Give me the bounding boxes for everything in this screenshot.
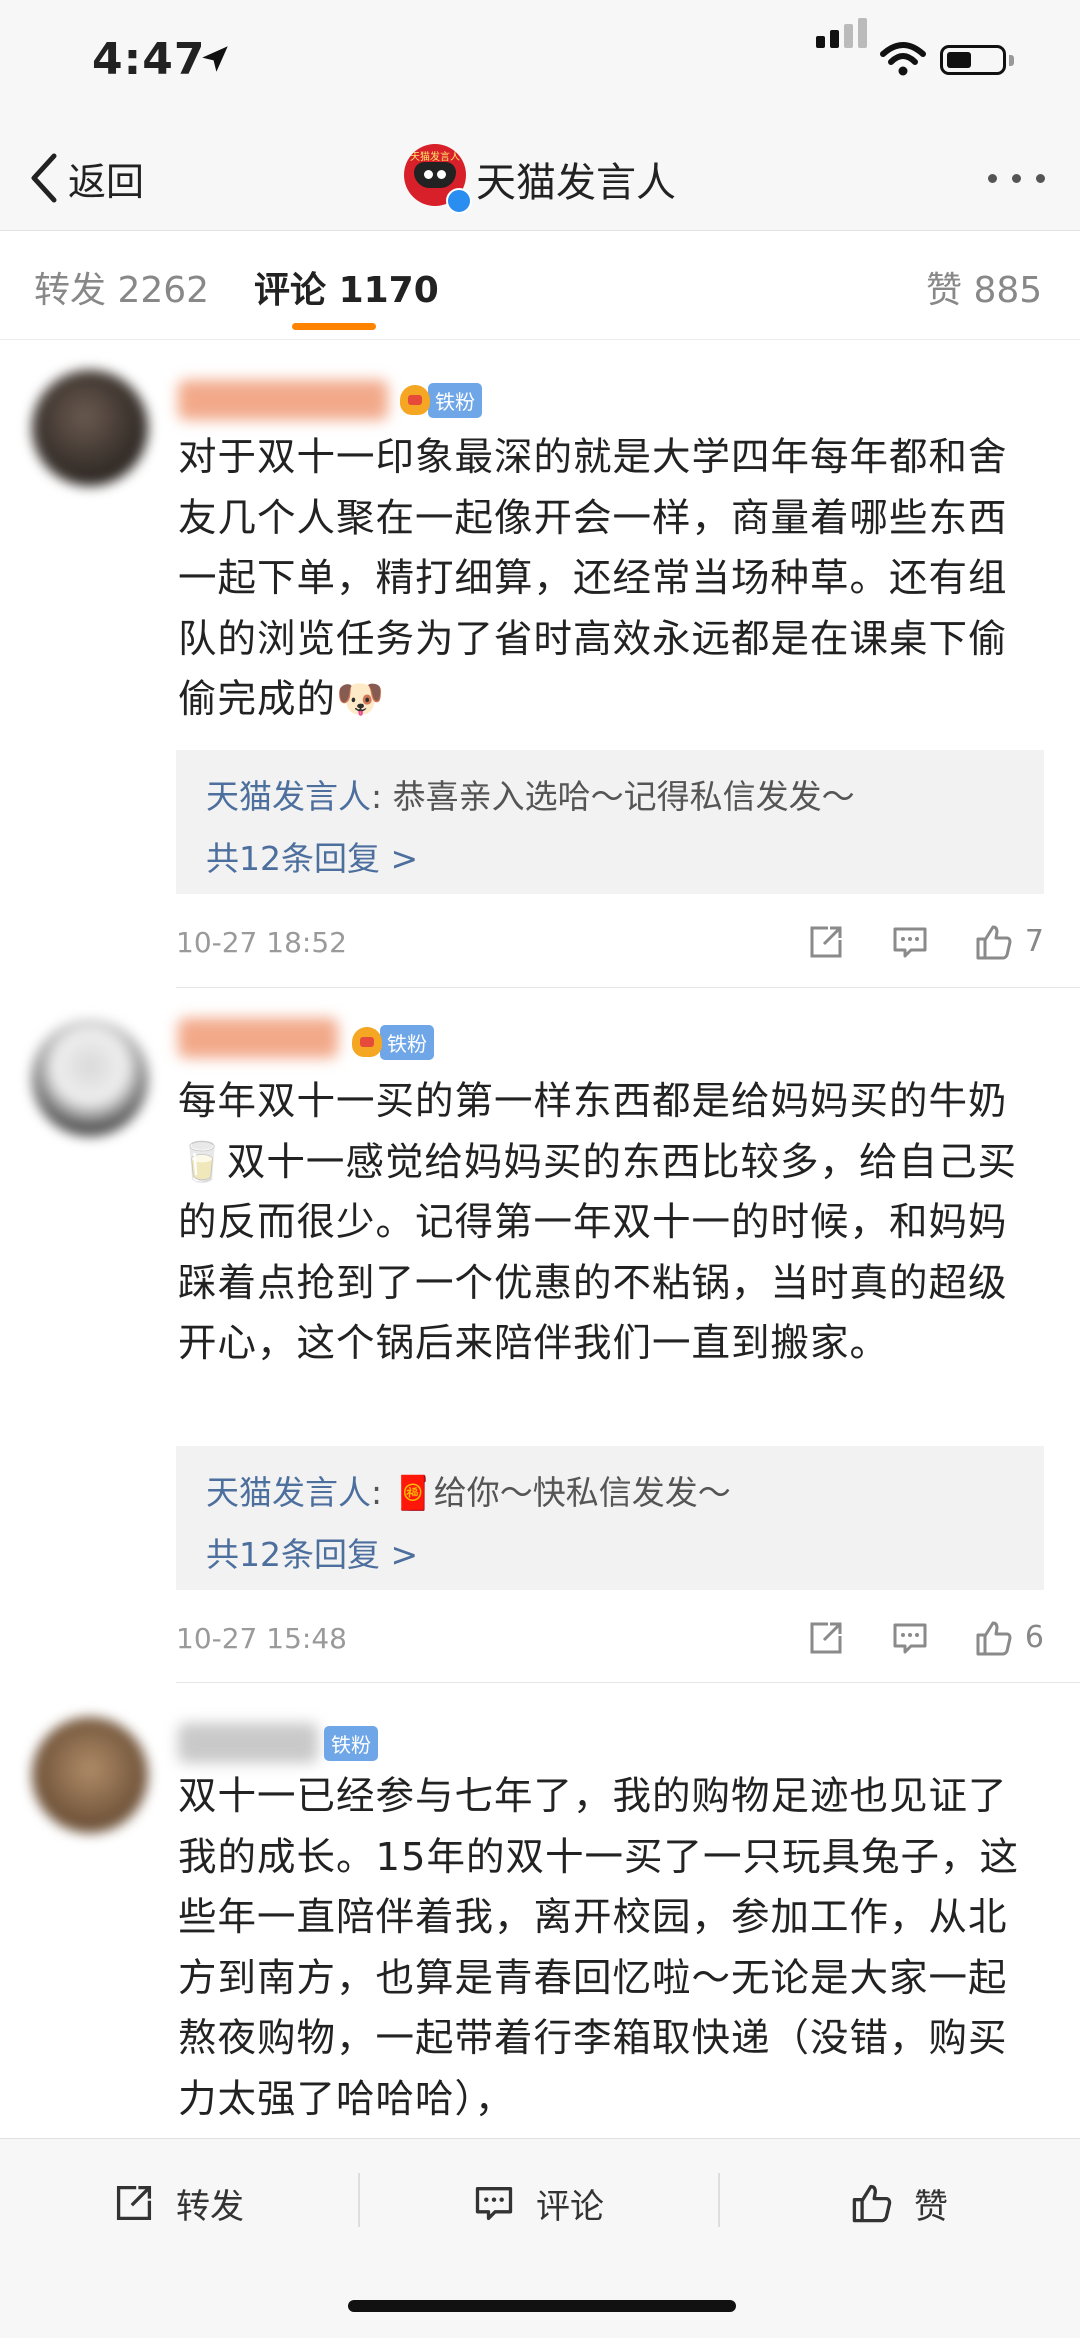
commenter-avatar[interactable] (32, 1717, 148, 1833)
like-label: 赞 (914, 2186, 948, 2227)
crown-icon (400, 385, 430, 415)
reply-preview[interactable]: 天猫发言人: 恭喜亲入选哈～记得私信发发～ 共12条回复 > (176, 750, 1044, 894)
reply-line: 天猫发言人: 🧧给你～快私信发发～ (206, 1473, 731, 1512)
like-button[interactable]: 赞 (850, 2173, 948, 2233)
thumbs-up-icon[interactable] (974, 1618, 1014, 1658)
commenter-name-blurred[interactable] (178, 1723, 318, 1763)
comment-icon (475, 2187, 513, 2221)
chevron-left-icon (31, 153, 57, 203)
status-time: 4:47 (92, 34, 206, 85)
reply-author[interactable]: 天猫发言人 (206, 1473, 371, 1512)
reply-text: 🧧给你～快私信发发～ (392, 1473, 731, 1512)
tab-comments[interactable]: 评论 1170 (254, 261, 439, 313)
comment-text: 对于双十一印象最深的就是大学四年每年都和舍友几个人聚在一起像开会一样，商量着哪些… (178, 435, 1008, 722)
verified-badge-icon (446, 188, 472, 214)
wifi-icon (880, 42, 926, 76)
comment-text: 每年双十一买的第一样东西都是给妈妈买的牛奶🥛双十一感觉给妈妈买的东西比较多，给自… (178, 1079, 1017, 1366)
like-count: 7 (1024, 924, 1044, 959)
share-icon[interactable] (806, 1618, 846, 1658)
commenter-name-blurred[interactable] (178, 1018, 338, 1058)
logo-eye-right (437, 170, 446, 179)
comment-label: 评论 (536, 2186, 604, 2227)
comment-timestamp: 10-27 18:52 (176, 926, 347, 959)
repost-button[interactable]: 转发 (112, 2173, 244, 2233)
page-title: 天猫发言人 (476, 160, 676, 206)
tab-repost-label: 转发 (34, 270, 107, 311)
fan-badge-label: 铁粉 (380, 1024, 434, 1060)
tab-likes-label: 赞 (926, 270, 963, 311)
tmall-cat-logo (414, 162, 456, 188)
share-icon[interactable] (806, 922, 846, 962)
fan-badge: 铁粉 (400, 382, 482, 418)
crown-icon (352, 1027, 382, 1057)
more-options-button[interactable] (988, 168, 1048, 188)
fan-badge: 铁粉 (324, 1725, 378, 1761)
active-tab-indicator (292, 323, 376, 330)
bottom-bar-separator (358, 2173, 360, 2227)
comment-icon[interactable] (890, 922, 930, 962)
battery-icon (940, 45, 1006, 75)
tab-likes[interactable]: 赞 885 (926, 261, 1042, 313)
status-bar: 4:47 (0, 0, 1080, 130)
comment-text: 双十一已经参与七年了，我的购物足迹也见证了我的成长。15年的双十一买了一只玩具兔… (178, 1774, 1019, 2122)
comment-button[interactable]: 评论 (472, 2173, 604, 2233)
reply-preview[interactable]: 天猫发言人: 🧧给你～快私信发发～ 共12条回复 > (176, 1446, 1044, 1590)
reply-line: 天猫发言人: 恭喜亲入选哈～记得私信发发～ (206, 777, 855, 816)
tab-repost[interactable]: 转发 2262 (34, 261, 209, 313)
repost-label: 转发 (176, 2186, 244, 2227)
share-icon (116, 2185, 152, 2221)
comment-meta: 10-27 15:48 6 (176, 1614, 1044, 1664)
back-button[interactable]: 返回 (26, 148, 144, 208)
commenter-avatar[interactable] (32, 1020, 148, 1136)
comment-item: 铁粉 双十一已经参与七年了，我的购物足迹也见证了我的成长。15年的双十一买了一只… (0, 1683, 1080, 2138)
like-count: 6 (1024, 1620, 1044, 1655)
comment-meta: 10-27 18:52 7 (176, 918, 1044, 968)
commenter-name-blurred[interactable] (178, 380, 388, 420)
tab-repost-count: 2262 (117, 270, 210, 311)
view-replies-link[interactable]: 共12条回复 > (206, 832, 418, 880)
view-replies-link[interactable]: 共12条回复 > (206, 1528, 418, 1576)
tab-likes-count: 885 (973, 270, 1043, 311)
tab-comments-label: 评论 (254, 270, 327, 311)
back-label: 返回 (68, 159, 145, 204)
fan-badge-label: 铁粉 (428, 382, 482, 418)
fan-badge: 铁粉 (352, 1024, 434, 1060)
comment-timestamp: 10-27 15:48 (176, 1622, 347, 1655)
thumbs-up-icon[interactable] (974, 922, 1014, 962)
logo-eye-left (424, 170, 433, 179)
avatar-text: 天猫发言人 (410, 152, 460, 163)
location-arrow-icon (202, 46, 228, 72)
battery-tip (1009, 55, 1014, 66)
tab-bar: 转发 2262 评论 1170 赞 885 (0, 231, 1080, 340)
thumbs-up-icon (852, 2184, 892, 2223)
reply-text: 恭喜亲入选哈～记得私信发发～ (392, 777, 855, 816)
reply-author[interactable]: 天猫发言人 (206, 777, 371, 816)
bottom-bar-separator (718, 2173, 720, 2227)
comment-divider (176, 987, 1080, 988)
tab-comments-count: 1170 (338, 270, 439, 311)
comment-icon[interactable] (890, 1618, 930, 1658)
commenter-avatar[interactable] (32, 370, 148, 486)
fan-badge-label: 铁粉 (324, 1725, 378, 1761)
navigation-bar: 返回 天猫发言人 天猫发言人 (0, 130, 1080, 231)
home-indicator (348, 2300, 736, 2312)
